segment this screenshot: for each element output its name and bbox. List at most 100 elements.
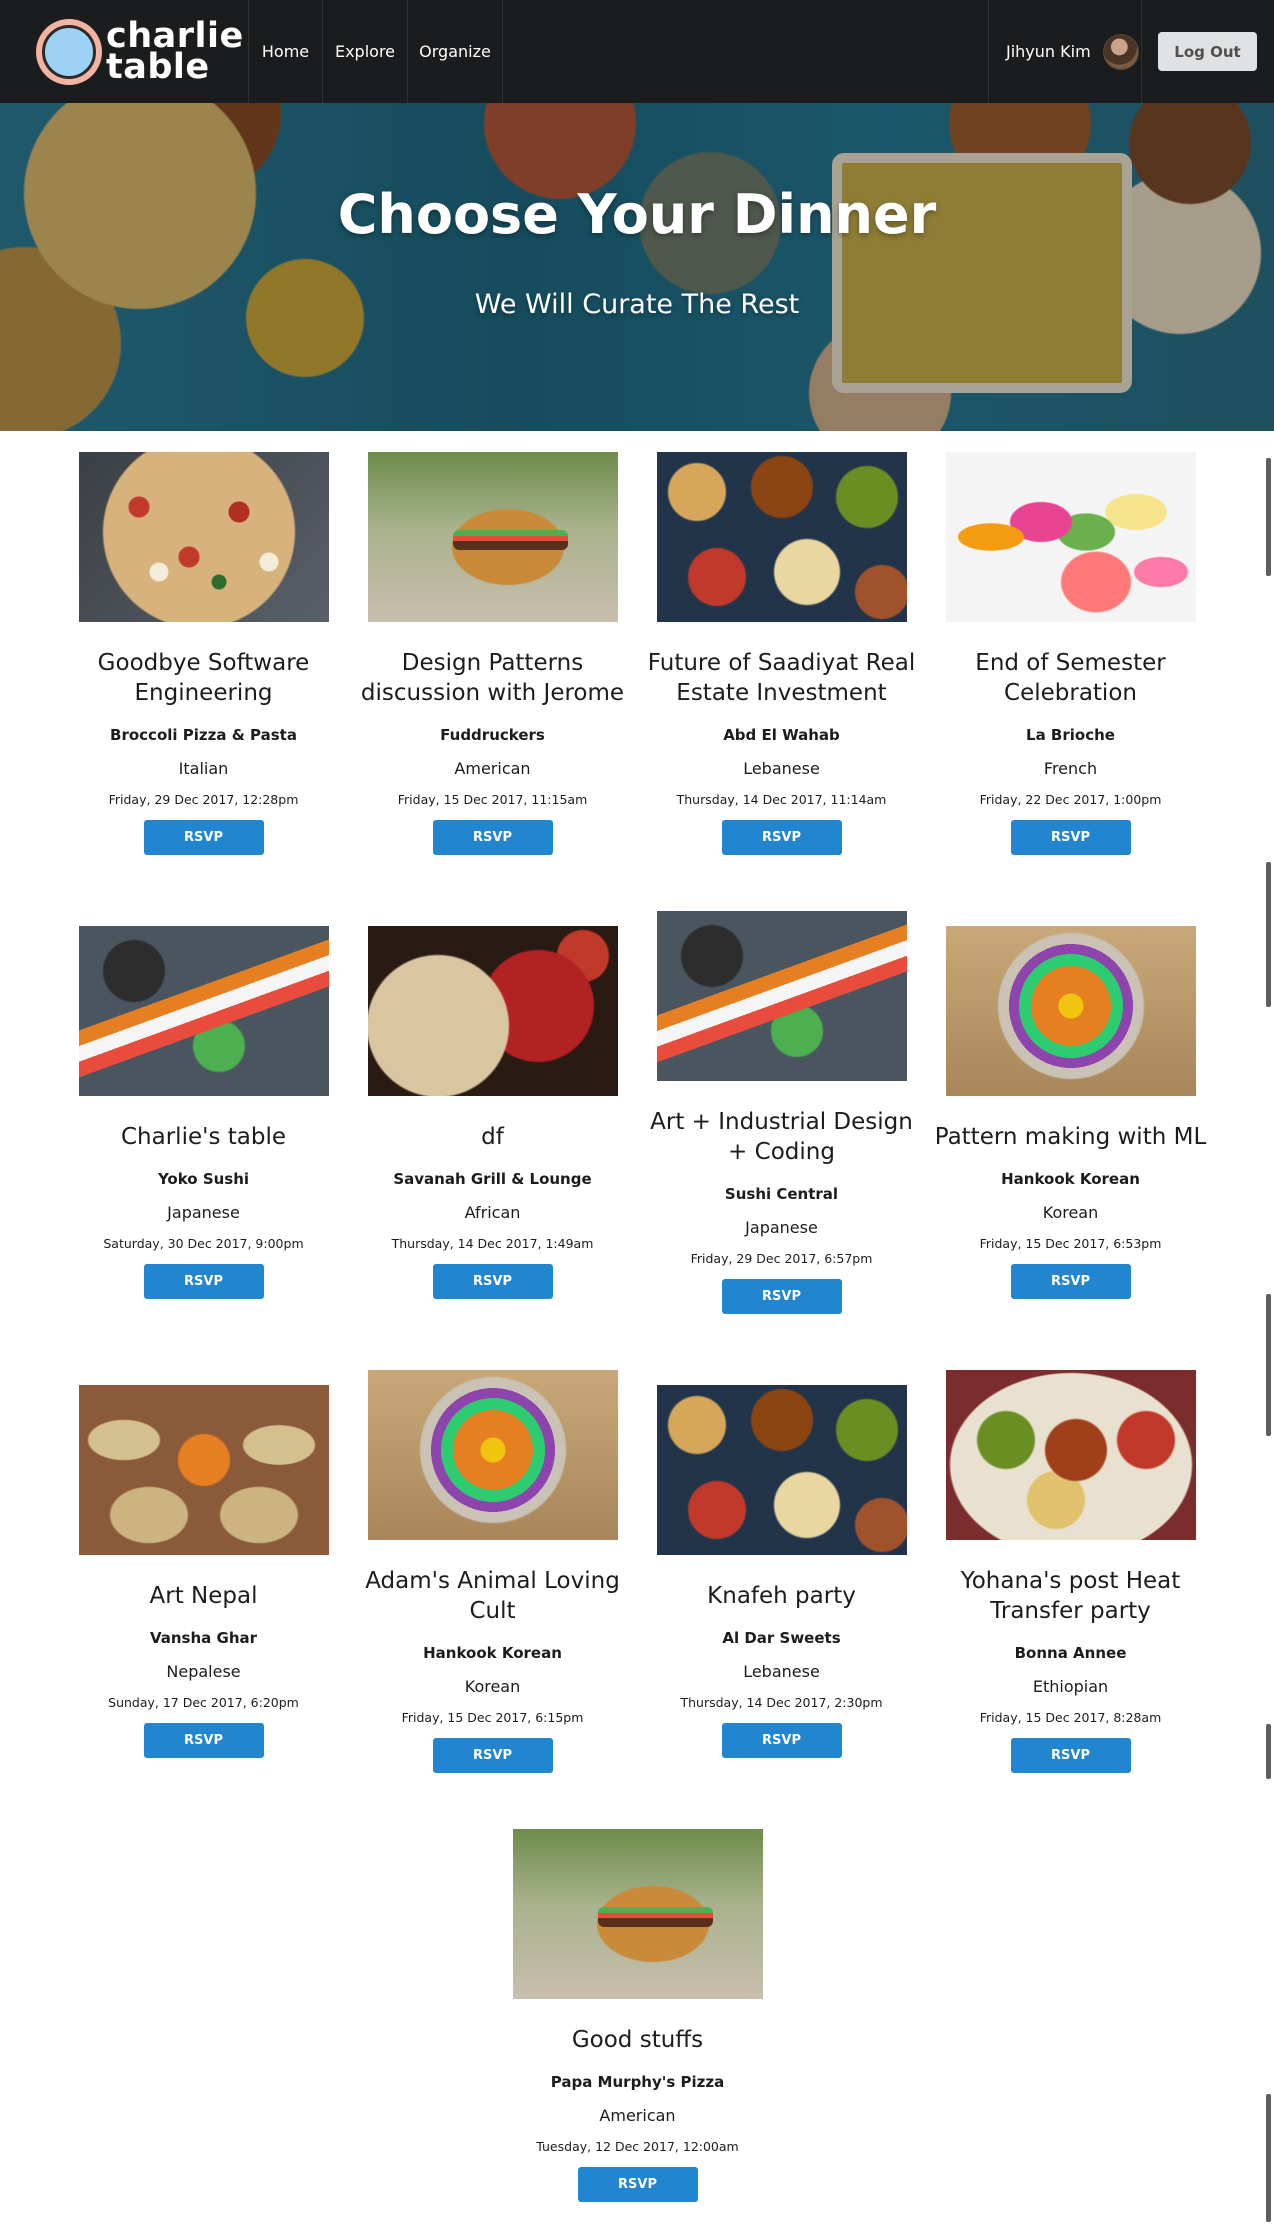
event-date: Friday, 15 Dec 2017, 8:28am (979, 1710, 1162, 1725)
event-cuisine: Korean (464, 1677, 521, 1696)
event-card: df Savanah Grill & Lounge African Thursd… (348, 926, 637, 1299)
rsvp-button[interactable]: RSVP (721, 1723, 842, 1758)
event-title[interactable]: Future of Saadiyat Real Estate Investmen… (637, 648, 926, 708)
event-cuisine: Japanese (167, 1203, 240, 1222)
scrollbar-thumb[interactable] (1266, 1294, 1271, 1436)
top-navbar: charlie table Home Explore Organize Jihy… (0, 0, 1274, 103)
event-restaurant: Savanah Grill & Lounge (393, 1170, 592, 1188)
event-title[interactable]: Knafeh party (637, 1581, 926, 1611)
event-date: Friday, 29 Dec 2017, 6:57pm (690, 1251, 873, 1266)
event-image[interactable] (945, 452, 1196, 622)
event-title[interactable]: Design Patterns discussion with Jerome (348, 648, 637, 708)
event-restaurant: Papa Murphy's Pizza (550, 2073, 725, 2091)
event-title[interactable]: Charlie's table (59, 1122, 348, 1152)
scrollbar-thumb[interactable] (1266, 458, 1271, 576)
rsvp-button[interactable]: RSVP (143, 820, 264, 855)
event-card: Adam's Animal Loving Cult Hankook Korean… (348, 1370, 637, 1773)
event-card: Pattern making with ML Hankook Korean Ko… (926, 926, 1215, 1299)
nav-divider (988, 0, 989, 103)
event-title[interactable]: End of Semester Celebration (926, 648, 1215, 708)
rsvp-button[interactable]: RSVP (432, 820, 553, 855)
event-card: Goodbye Software Engineering Broccoli Pi… (59, 452, 348, 855)
event-card: Yohana's post Heat Transfer party Bonna … (926, 1370, 1215, 1773)
nav-organize[interactable]: Organize (408, 0, 502, 103)
rsvp-button[interactable]: RSVP (721, 820, 842, 855)
event-title[interactable]: Yohana's post Heat Transfer party (926, 1566, 1215, 1626)
event-card: Knafeh party Al Dar Sweets Lebanese Thur… (637, 1385, 926, 1758)
event-date: Sunday, 17 Dec 2017, 6:20pm (108, 1695, 299, 1710)
event-image[interactable] (367, 1370, 618, 1540)
event-restaurant: Yoko Sushi (157, 1170, 250, 1188)
event-image[interactable] (656, 452, 907, 622)
nav-divider (1141, 0, 1142, 103)
event-card: Art + Industrial Design + Coding Sushi C… (637, 911, 926, 1314)
event-title[interactable]: Adam's Animal Loving Cult (348, 1566, 637, 1626)
rsvp-button[interactable]: RSVP (1010, 1738, 1131, 1773)
hero-subtitle: We Will Curate The Rest (474, 289, 800, 320)
rsvp-button[interactable]: RSVP (432, 1738, 553, 1773)
scrollbar-thumb[interactable] (1266, 1724, 1271, 1779)
event-date: Thursday, 14 Dec 2017, 1:49am (391, 1236, 594, 1251)
event-restaurant: Al Dar Sweets (722, 1629, 841, 1647)
event-image[interactable] (656, 1385, 907, 1555)
event-title[interactable]: Pattern making with ML (926, 1122, 1215, 1152)
event-restaurant: Vansha Ghar (149, 1629, 258, 1647)
event-restaurant: Sushi Central (724, 1185, 839, 1203)
event-image[interactable] (78, 926, 329, 1096)
nav-divider (502, 0, 503, 103)
logo-line-2: table (106, 46, 210, 87)
event-title[interactable]: Art Nepal (59, 1581, 348, 1611)
rsvp-button[interactable]: RSVP (432, 1264, 553, 1299)
user-name: Jihyun Kim (1006, 42, 1091, 61)
event-title[interactable]: Art + Industrial Design + Coding (637, 1107, 926, 1167)
event-card: End of Semester Celebration La Brioche F… (926, 452, 1215, 855)
event-cuisine: American (454, 759, 531, 778)
event-card: Art Nepal Vansha Ghar Nepalese Sunday, 1… (59, 1385, 348, 1758)
rsvp-button[interactable]: RSVP (577, 2167, 698, 2202)
rsvp-button[interactable]: RSVP (721, 1279, 842, 1314)
logo-text: charlie table (106, 18, 244, 87)
event-image[interactable] (367, 452, 618, 622)
logo[interactable]: charlie table (36, 0, 248, 103)
logout-button[interactable]: Log Out (1158, 32, 1257, 71)
event-cuisine: Nepalese (166, 1662, 241, 1681)
event-image[interactable] (656, 911, 907, 1081)
hero-title: Choose Your Dinner (337, 183, 937, 246)
event-card: Good stuffs Papa Murphy's Pizza American… (493, 1829, 782, 2202)
event-cuisine: African (464, 1203, 521, 1222)
event-image[interactable] (367, 926, 618, 1096)
event-image[interactable] (945, 926, 1196, 1096)
rsvp-button[interactable]: RSVP (143, 1723, 264, 1758)
event-cuisine: Lebanese (743, 1662, 820, 1681)
event-image[interactable] (78, 1385, 329, 1555)
event-date: Friday, 29 Dec 2017, 12:28pm (108, 792, 299, 807)
user-menu[interactable]: Jihyun Kim (1006, 0, 1140, 103)
event-restaurant: Broccoli Pizza & Pasta (110, 726, 297, 744)
event-date: Thursday, 14 Dec 2017, 11:14am (676, 792, 887, 807)
event-restaurant: Fuddruckers (440, 726, 545, 744)
event-date: Friday, 15 Dec 2017, 6:15pm (401, 1710, 584, 1725)
event-card: Design Patterns discussion with Jerome F… (348, 452, 637, 855)
event-date: Tuesday, 12 Dec 2017, 12:00am (536, 2139, 739, 2154)
rsvp-button[interactable]: RSVP (1010, 820, 1131, 855)
event-title[interactable]: Good stuffs (493, 2025, 782, 2055)
event-cuisine: Italian (178, 759, 229, 778)
rsvp-button[interactable]: RSVP (1010, 1264, 1131, 1299)
event-title[interactable]: df (348, 1122, 637, 1152)
event-image[interactable] (512, 1829, 763, 1999)
event-image[interactable] (945, 1370, 1196, 1540)
rsvp-button[interactable]: RSVP (143, 1264, 264, 1299)
event-date: Friday, 15 Dec 2017, 6:53pm (979, 1236, 1162, 1251)
event-restaurant: La Brioche (1026, 726, 1115, 744)
event-image[interactable] (78, 452, 329, 622)
nav-home[interactable]: Home (249, 0, 322, 103)
event-title[interactable]: Goodbye Software Engineering (59, 648, 348, 708)
event-date: Thursday, 14 Dec 2017, 2:30pm (680, 1695, 883, 1710)
nav-explore[interactable]: Explore (323, 0, 407, 103)
event-restaurant: Hankook Korean (423, 1644, 562, 1662)
scrollbar-thumb[interactable] (1266, 2094, 1271, 2222)
event-restaurant: Bonna Annee (1014, 1644, 1127, 1662)
scrollbar-thumb[interactable] (1266, 862, 1271, 1007)
event-cuisine: Japanese (745, 1218, 818, 1237)
event-card: Charlie's table Yoko Sushi Japanese Satu… (59, 926, 348, 1299)
